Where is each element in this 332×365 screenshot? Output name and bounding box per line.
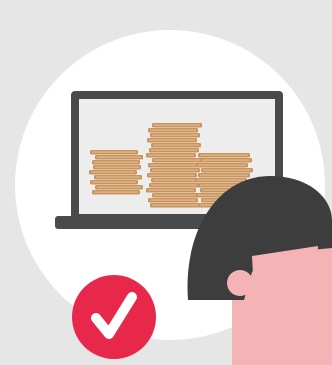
coin-edge [150,199,196,201]
coin-edge [96,176,140,178]
coin-edge [148,154,194,156]
coin-edge [92,181,136,183]
coin-stack-left [89,150,143,195]
coin-edge [94,161,138,163]
coin-edge [91,171,135,173]
coin-edge [95,166,139,168]
coin-edge [97,186,141,188]
coin-stack-center [146,123,202,208]
coin-edge [200,174,248,176]
coin-edge [152,134,198,136]
coin-edge [150,164,196,166]
coin-edge [151,149,197,151]
coin-edge [97,156,141,158]
coin-edge [203,169,251,171]
coin-edge [154,124,200,126]
coin-edge [202,159,250,161]
coin-edge [153,179,199,181]
coin-edge [153,144,199,146]
illustration [0,0,332,365]
coin-edge [198,164,246,166]
coin-edge [154,194,200,196]
coin-edge [92,151,136,153]
illustration-canvas [0,0,332,365]
coin-edge [148,189,194,191]
person-ear [227,270,253,296]
coin-edge [154,159,200,161]
coin-edge [149,139,195,141]
coin-edge [200,154,248,156]
checkmark-icon [72,275,156,359]
coin-edge [152,204,198,206]
coin-edge [150,129,196,131]
coin-edge [152,169,198,171]
coin-edge [151,184,197,186]
coin-edge [94,191,138,193]
coin-edge [197,179,245,181]
coin-edge [149,174,195,176]
